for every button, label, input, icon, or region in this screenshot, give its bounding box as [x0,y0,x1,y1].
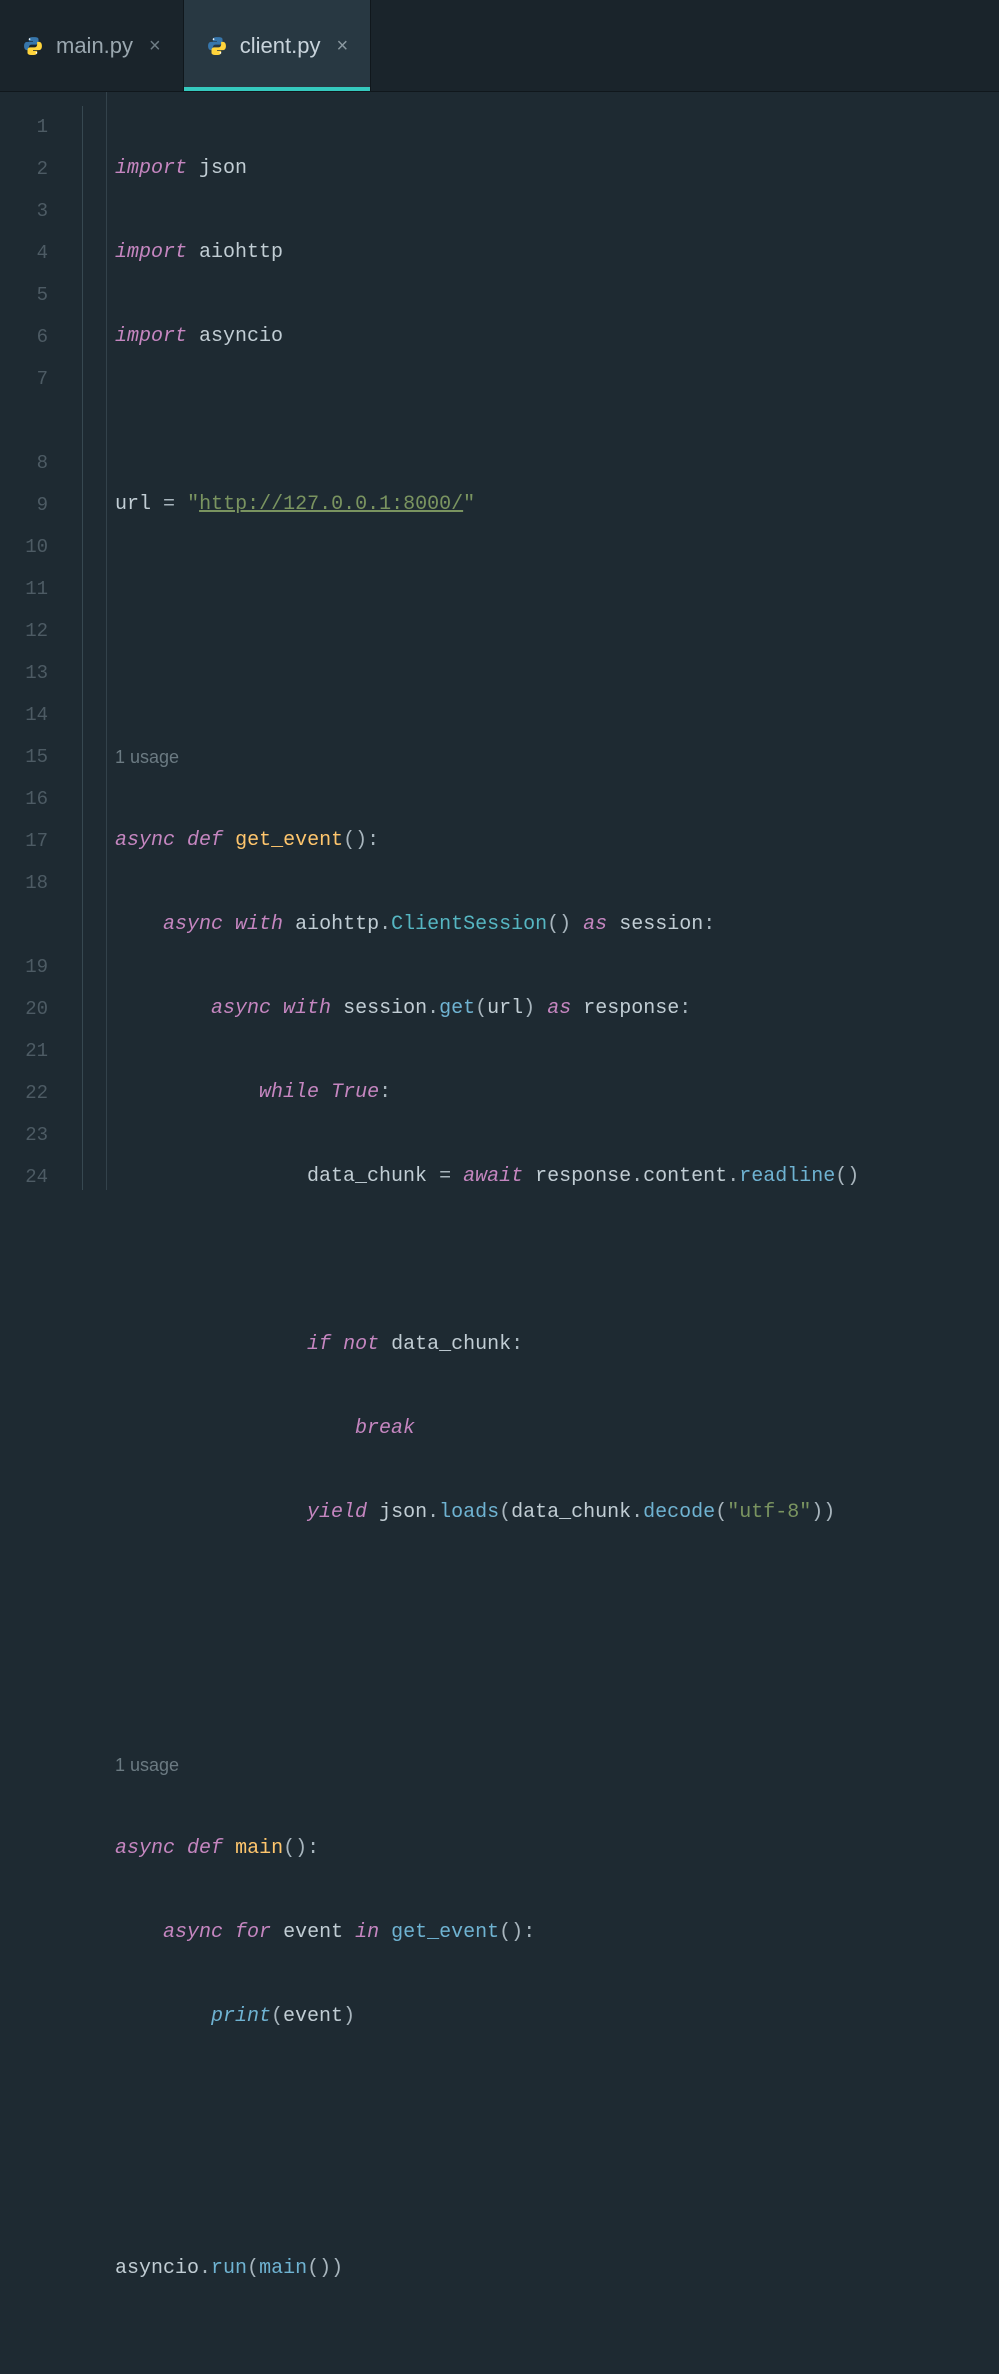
code-line[interactable]: url = "http://127.0.0.1:8000/" [115,484,999,526]
code-line[interactable]: import aiohttp [115,232,999,274]
code-line[interactable]: break [115,1408,999,1450]
line-number: 9 [0,484,62,526]
line-number: 13 [0,652,62,694]
code-line[interactable]: if not data_chunk: [115,1324,999,1366]
code-line[interactable]: import asyncio [115,316,999,358]
close-icon[interactable]: × [332,34,352,58]
line-number: 19 [0,946,62,988]
code-line[interactable] [115,568,999,610]
code-line[interactable]: async with aiohttp.ClientSession() as se… [115,904,999,946]
line-number: 22 [0,1072,62,1114]
line-number: 14 [0,694,62,736]
close-icon[interactable]: × [145,34,165,58]
line-number: 21 [0,1030,62,1072]
code-area[interactable]: import json import aiohttp import asynci… [106,92,999,1190]
line-number: 5 [0,274,62,316]
tab-label: main.py [56,33,133,59]
line-number: 23 [0,1114,62,1156]
line-number: 4 [0,232,62,274]
code-line[interactable] [115,400,999,442]
tab-bar: main.py × client.py × [0,0,999,92]
line-number-gutter: 1 2 3 4 5 6 7 8 9 10 11 12 13 14 15 16 1… [0,92,62,1190]
code-line[interactable]: yield json.loads(data_chunk.decode("utf-… [115,1492,999,1534]
usage-inlay[interactable]: 1 usage [115,736,999,778]
code-line[interactable]: data_chunk = await response.content.read… [115,1156,999,1198]
usage-inlay[interactable]: 1 usage [115,1744,999,1786]
code-line[interactable]: async for event in get_event(): [115,1912,999,1954]
line-number: 17 [0,820,62,862]
line-number: 18 [0,862,62,904]
url-literal: http://127.0.0.1:8000/ [199,493,463,516]
line-number: 8 [0,442,62,484]
line-number: 1 [0,106,62,148]
line-number: 24 [0,1156,62,1198]
code-line[interactable] [115,2164,999,2206]
tab-client-py[interactable]: client.py × [184,0,371,91]
tab-main-py[interactable]: main.py × [0,0,184,91]
code-line[interactable]: import json [115,148,999,190]
code-line[interactable] [115,652,999,694]
code-line[interactable] [115,1576,999,1618]
line-number: 16 [0,778,62,820]
code-line[interactable] [115,1660,999,1702]
code-editor[interactable]: 1 2 3 4 5 6 7 8 9 10 11 12 13 14 15 16 1… [0,92,999,1190]
line-number: 10 [0,526,62,568]
code-line[interactable]: while True: [115,1072,999,1114]
fold-gutter [62,92,106,1190]
code-line[interactable]: async def main(): [115,1828,999,1870]
code-line[interactable] [115,2080,999,2122]
line-number: 12 [0,610,62,652]
code-line[interactable]: async def get_event(): [115,820,999,862]
line-number: 2 [0,148,62,190]
tab-label: client.py [240,33,321,59]
code-line[interactable]: print(event) [115,1996,999,2038]
code-line[interactable] [115,1240,999,1282]
line-number: 20 [0,988,62,1030]
python-file-icon [22,35,44,57]
code-line[interactable]: async with session.get(url) as response: [115,988,999,1030]
code-line[interactable]: asyncio.run(main()) [115,2248,999,2290]
line-number: 7 [0,358,62,400]
line-number: 11 [0,568,62,610]
line-number: 3 [0,190,62,232]
line-number: 6 [0,316,62,358]
line-number: 15 [0,736,62,778]
python-file-icon [206,35,228,57]
